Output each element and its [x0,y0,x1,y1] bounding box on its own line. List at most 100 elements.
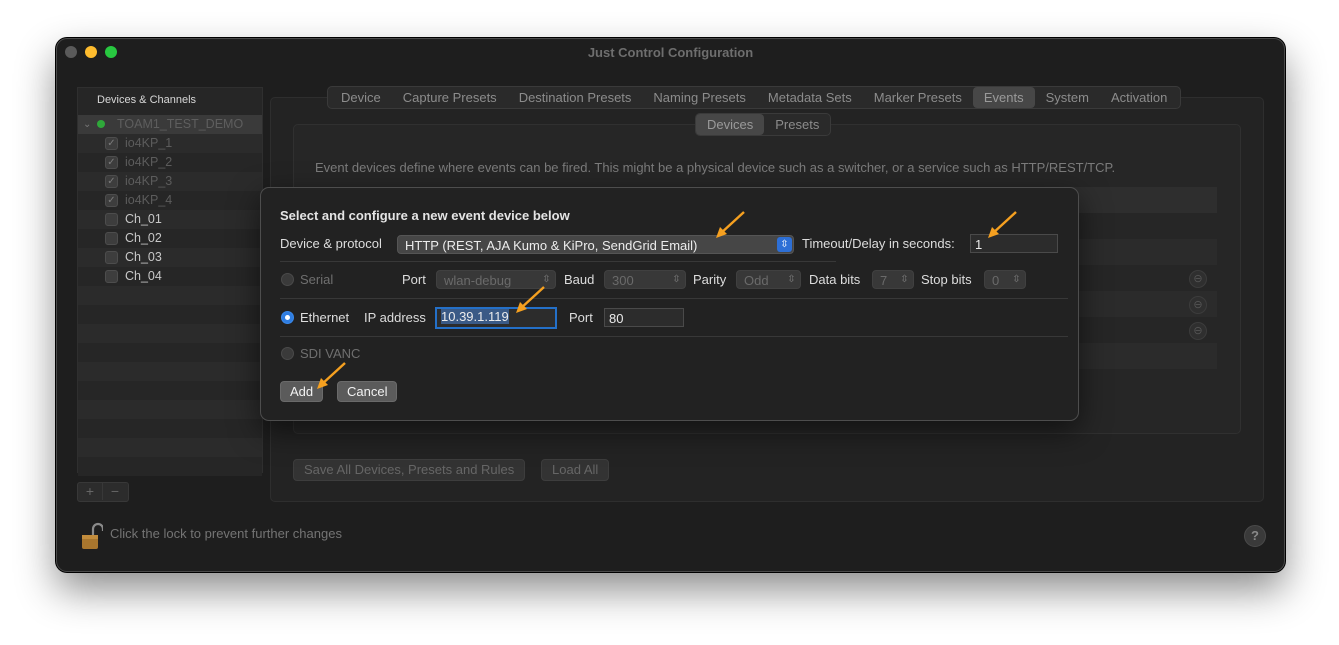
empty-row [78,362,262,381]
tab-marker-presets[interactable]: Marker Presets [863,87,973,108]
ethernet-port-field[interactable]: 80 [604,308,684,327]
save-all-button[interactable]: Save All Devices, Presets and Rules [293,459,526,481]
data-bits-label: Data bits [809,272,861,287]
checkbox-checked-icon[interactable]: ✓ [105,194,118,207]
baud-label: Baud [564,272,595,287]
status-dot-icon [97,120,105,128]
title-bar: Just Control Configuration [57,39,1284,67]
annotation-arrow-icon [716,211,745,238]
ethernet-port-value: 80 [609,311,624,326]
chevron-up-down-icon: ⇳ [787,274,796,285]
subtab-devices[interactable]: Devices [696,114,765,135]
tab-capture-presets[interactable]: Capture Presets [392,87,508,108]
sidebar-add-remove-control: + − [77,482,129,502]
checkbox-unchecked-icon[interactable] [105,270,118,283]
tab-events[interactable]: Events [972,87,1035,108]
channel-label: Ch_02 [125,231,162,245]
sidebar-channel-row[interactable]: ✓ io4KP_2 [78,153,262,172]
tab-destination-presets[interactable]: Destination Presets [508,87,643,108]
sidebar-channel-row[interactable]: ✓ io4KP_3 [78,172,262,191]
channel-label: io4KP_4 [125,193,173,207]
baud-select[interactable]: 300 ⇳ [604,270,686,289]
annotation-arrow-icon [516,286,545,313]
sdi-vanc-radio[interactable] [281,347,294,360]
tab-metadata-sets[interactable]: Metadata Sets [757,87,863,108]
divider [280,298,1068,299]
stop-bits-value: 0 [992,273,1000,288]
device-protocol-value: HTTP (REST, AJA Kumo & KiPro, SendGrid E… [405,238,698,253]
channel-label: io4KP_3 [125,174,173,188]
tab-device[interactable]: Device [330,87,392,108]
lock-open-icon[interactable] [81,521,103,551]
checkbox-checked-icon[interactable]: ✓ [105,175,118,188]
timeout-value: 1 [975,237,983,252]
empty-row [78,400,262,419]
empty-row [78,343,262,362]
data-bits-value: 7 [880,273,888,288]
checkbox-checked-icon[interactable]: ✓ [105,156,118,169]
window-title: Just Control Configuration [587,45,754,60]
add-channel-button[interactable]: + [78,483,103,500]
serial-radio[interactable] [281,273,294,286]
empty-row [78,305,262,324]
channel-label: io4KP_1 [125,136,173,150]
tab-system[interactable]: System [1035,87,1100,108]
channel-label: Ch_01 [125,212,162,226]
new-event-device-sheet: Select and configure a new event device … [260,187,1079,421]
sidebar-device-row[interactable]: ⌄ TOAM1_TEST_DEMO [78,115,262,134]
empty-row [78,438,262,457]
remove-row-icon[interactable]: ⊖ [1189,322,1207,340]
chevron-up-down-icon: ⇳ [1012,274,1021,285]
divider [280,336,1068,337]
subtab-presets[interactable]: Presets [764,114,830,135]
lock-hint: Click the lock to prevent further change… [110,526,342,541]
parity-select[interactable]: Odd ⇳ [736,270,801,289]
ip-address-label: IP address [364,310,426,325]
remove-row-icon[interactable]: ⊖ [1189,296,1207,314]
checkbox-unchecked-icon[interactable] [105,213,118,226]
checkbox-checked-icon[interactable]: ✓ [105,137,118,150]
empty-row [78,381,262,400]
sidebar-channel-row[interactable]: Ch_02 [78,229,262,248]
sidebar-channel-row[interactable]: ✓ io4KP_4 [78,191,262,210]
remove-row-icon[interactable]: ⊖ [1189,270,1207,288]
annotation-arrow-icon [988,211,1017,238]
annotation-arrow-icon [317,362,346,389]
devices-channels-sidebar: Devices & Channels ⌄ TOAM1_TEST_DEMO ✓ i… [77,87,263,476]
sheet-title: Select and configure a new event device … [280,208,570,223]
empty-row [78,324,262,343]
sidebar-channel-row[interactable]: Ch_03 [78,248,262,267]
ethernet-radio[interactable] [281,311,294,324]
sidebar-channel-row[interactable]: Ch_04 [78,267,262,286]
checkbox-unchecked-icon[interactable] [105,232,118,245]
channel-label: io4KP_2 [125,155,173,169]
tab-activation[interactable]: Activation [1100,87,1178,108]
timeout-label: Timeout/Delay in seconds: [802,236,955,251]
main-tabs: Device Capture Presets Destination Prese… [327,86,1182,109]
stop-bits-label: Stop bits [921,272,972,287]
channel-label: Ch_04 [125,269,162,283]
tab-naming-presets[interactable]: Naming Presets [642,87,756,108]
empty-row [78,457,262,476]
device-name: TOAM1_TEST_DEMO [117,117,244,131]
sidebar-channel-row[interactable]: Ch_01 [78,210,262,229]
ethernet-label: Ethernet [300,310,350,325]
ip-address-value: 10.39.1.119 [441,309,509,324]
sidebar-header: Devices & Channels [97,94,197,106]
help-button[interactable]: ? [1244,525,1266,547]
stop-bits-select[interactable]: 0 ⇳ [984,270,1026,289]
divider [280,261,836,262]
load-all-button[interactable]: Load All [541,459,610,481]
events-subtabs: Devices Presets [695,113,832,136]
checkbox-unchecked-icon[interactable] [105,251,118,264]
channel-label: Ch_03 [125,250,162,264]
baud-value: 300 [612,273,634,288]
chevron-up-down-icon: ⇳ [900,274,909,285]
serial-label: Serial [300,272,334,287]
sidebar-channel-row[interactable]: ✓ io4KP_1 [78,134,262,153]
data-bits-select[interactable]: 7 ⇳ [872,270,914,289]
remove-channel-button[interactable]: − [103,483,127,500]
chevron-up-down-icon: ⇳ [672,274,681,285]
events-description: Event devices define where events can be… [315,160,1116,175]
chevron-down-icon[interactable]: ⌄ [83,115,91,134]
